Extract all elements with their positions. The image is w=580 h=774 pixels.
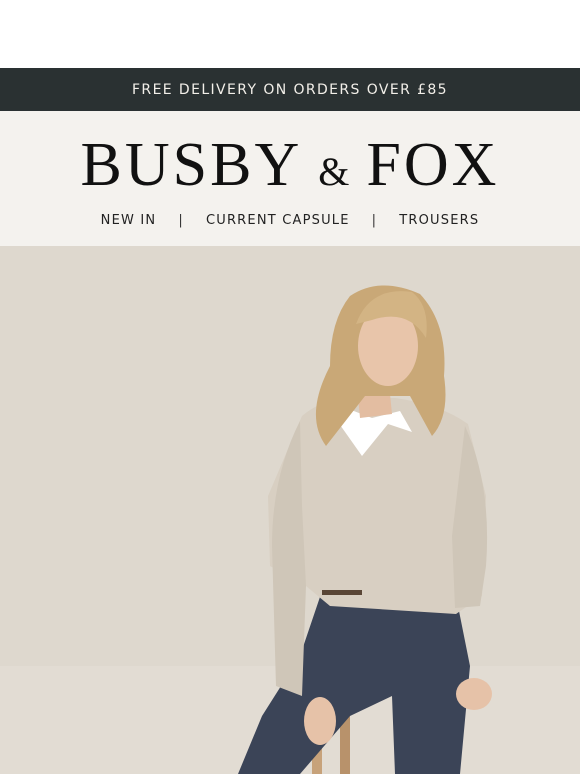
- hand-left: [304, 697, 336, 745]
- nav-item-new-in[interactable]: NEW IN: [101, 213, 157, 228]
- logo-word-2: FOX: [366, 131, 500, 199]
- promo-text: FREE DELIVERY ON ORDERS OVER £85: [131, 81, 448, 98]
- nav-item-current-capsule[interactable]: CURRENT CAPSULE: [206, 213, 350, 228]
- email-header: BUSBY & FOX NEW IN | CURRENT CAPSULE | T…: [0, 111, 580, 246]
- hero-image[interactable]: [0, 246, 580, 774]
- primary-nav: NEW IN | CURRENT CAPSULE | TROUSERS: [101, 213, 480, 228]
- logo-word-1: BUSBY: [80, 131, 303, 199]
- nav-item-trousers[interactable]: TROUSERS: [399, 213, 479, 228]
- nav-separator: |: [371, 213, 378, 228]
- logo-ampersand: &: [318, 149, 353, 194]
- belt: [322, 590, 362, 595]
- hero-illustration: [0, 246, 580, 774]
- brand-logo[interactable]: BUSBY & FOX: [81, 131, 500, 199]
- top-spacer: [0, 0, 580, 68]
- hand-right: [456, 678, 492, 710]
- promo-banner[interactable]: FREE DELIVERY ON ORDERS OVER £85: [0, 68, 580, 111]
- nav-separator: |: [178, 213, 184, 228]
